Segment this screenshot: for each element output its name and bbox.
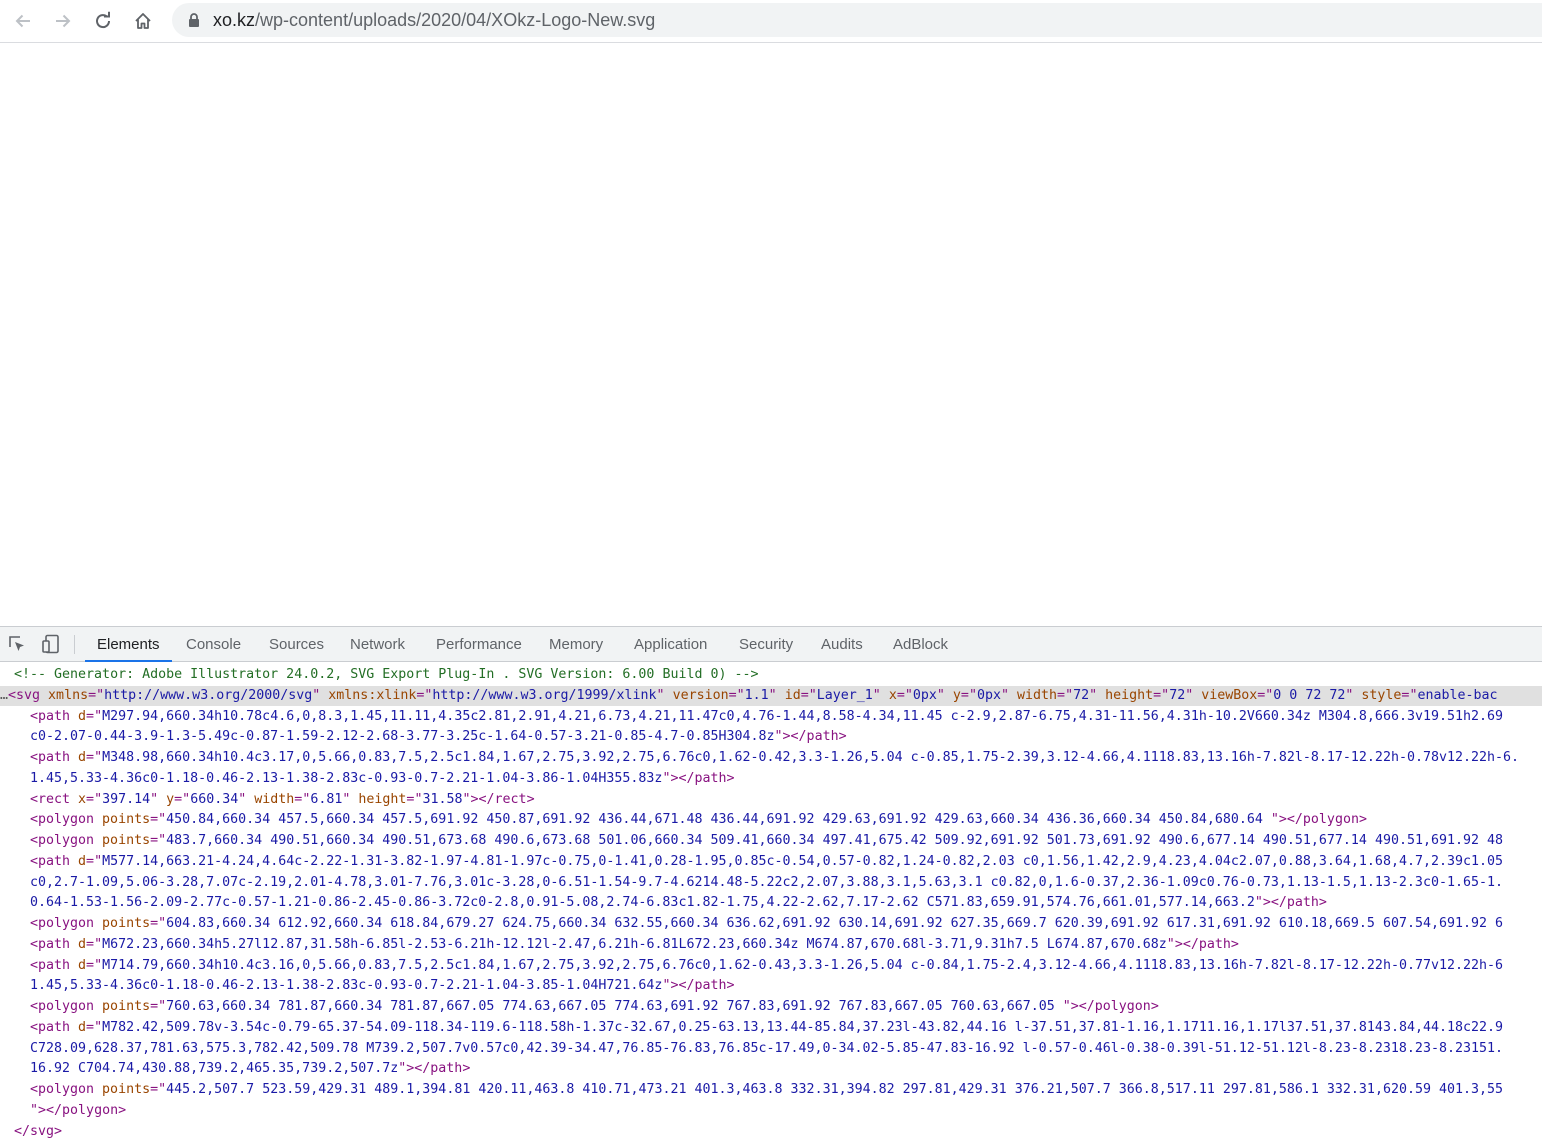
url-text[interactable]: xo.kz/wp-content/uploads/2020/04/XOkz-Lo… [213,10,655,31]
dom-node-continuation: c0,2.7-1.09,5.06-3.28,7.07c-2.19,2.01-4.… [30,874,1503,890]
dom-node-line[interactable]: <path d="M348.98,660.34h10.4c3.17,0,5.66… [0,748,1542,768]
dom-node-line[interactable]: <path d="M672.23,660.34h5.27l12.87,31.58… [0,935,1542,955]
reload-icon [96,11,111,29]
dom-node-line[interactable]: <polygon points="760.63,660.34 781.87,66… [0,997,1542,1017]
dom-node-line[interactable]: <polygon points="445.2,507.7 523.59,429.… [0,1080,1542,1100]
dom-node-line[interactable]: <path d="M297.94,660.34h10.78c4.6,0,8.3,… [0,707,1542,727]
inspect-element-icon[interactable] [6,634,28,654]
dom-comment-line[interactable]: <!-- Generator: Adobe Illustrator 24.0.2… [0,665,1542,685]
url-host: xo.kz [213,10,256,30]
tab-adblock[interactable]: AdBlock [893,627,948,662]
tab-memory[interactable]: Memory [549,627,603,662]
dom-node-continuation: 1.45,5.33-4.36c0-1.18-0.46-2.13-1.38-2.8… [30,978,735,994]
tab-application[interactable]: Application [634,627,707,662]
device-toolbar-icon[interactable] [40,634,62,654]
dom-node-line[interactable]: <rect x="397.14" y="660.34" width="6.81"… [0,790,1542,810]
tab-elements[interactable]: Elements [85,627,171,662]
dom-node-line[interactable]: <path d="M577.14,663.21-4.24,4.64c-2.22-… [0,852,1542,872]
home-icon [135,13,151,29]
dom-node-line[interactable]: <polygon points="450.84,660.34 457.5,660… [0,810,1542,830]
tab-audits[interactable]: Audits [821,627,863,662]
tab-sources[interactable]: Sources [269,627,324,662]
dom-node-line[interactable]: <path d="M714.79,660.34h10.4c3.16,0,5.66… [0,956,1542,976]
back-button[interactable] [6,4,40,38]
devtools-tabbar: Elements Console Sources Network Perform… [0,627,1542,662]
tab-performance[interactable]: Performance [436,627,522,662]
dom-node-line[interactable]: <polygon points="483.7,660.34 490.51,660… [0,831,1542,851]
page-viewport [0,44,1542,626]
tab-network[interactable]: Network [350,627,405,662]
tabbar-divider [74,635,75,654]
dom-node-line[interactable]: <polygon points="604.83,660.34 612.92,66… [0,914,1542,934]
home-button[interactable] [126,4,160,38]
dom-node-continuation: 0.64-1.53-1.56-2.09-2.77c-0.57-1.21-0.86… [30,895,1327,911]
dom-node-line[interactable]: <path d="M782.42,509.78v-3.54c-0.79-65.3… [0,1018,1542,1038]
dom-node-continuation: 16.92 C704.74,430.88,739.2,465.35,739.2,… [30,1061,471,1077]
dom-node-continuation: 1.45,5.33-4.36c0-1.18-0.46-2.13-1.38-2.8… [30,770,735,786]
dom-node-continuation: "></polygon> [30,1102,127,1118]
tab-console[interactable]: Console [186,627,241,662]
tab-security[interactable]: Security [739,627,793,662]
arrow-left-icon [15,14,30,28]
elements-dom-tree[interactable]: <!-- Generator: Adobe Illustrator 24.0.2… [0,663,1542,1140]
reload-button[interactable] [86,4,120,38]
lock-icon[interactable] [186,12,202,28]
dom-node-continuation: c0-2.07-0.44-3.9-1.3-5.49c-0.87-1.59-2.1… [30,729,847,745]
arrow-right-icon [56,14,71,28]
address-bar[interactable]: xo.kz/wp-content/uploads/2020/04/XOkz-Lo… [172,3,1542,37]
devtools-panel: Elements Console Sources Network Perform… [0,626,1542,1140]
dom-node-line[interactable]: …<svg xmlns="http://www.w3.org/2000/svg"… [0,685,1542,706]
dom-node-line[interactable]: </svg> [0,1122,1542,1140]
dom-node-continuation: C728.09,628.37,781.63,575.3,782.42,509.7… [30,1040,1503,1056]
forward-button[interactable] [46,4,80,38]
browser-toolbar: xo.kz/wp-content/uploads/2020/04/XOkz-Lo… [0,0,1542,43]
url-path: /wp-content/uploads/2020/04/XOkz-Logo-Ne… [255,10,656,30]
